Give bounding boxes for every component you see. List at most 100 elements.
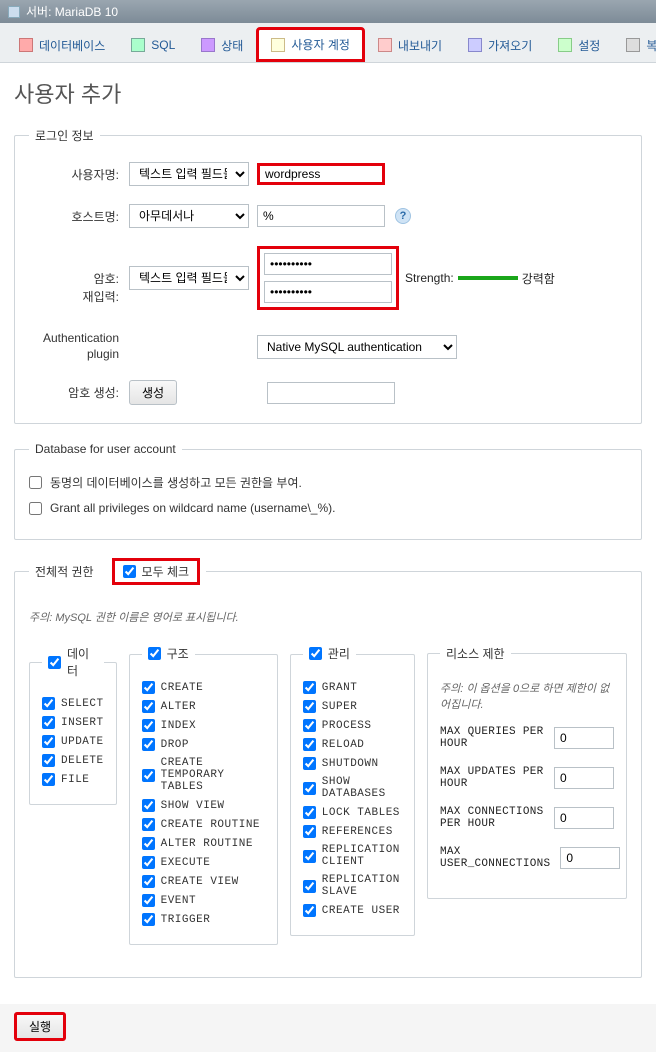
privilege-checkbox[interactable] — [142, 856, 155, 869]
privilege-checkbox[interactable] — [142, 769, 155, 782]
username-type-select[interactable]: 텍스트 입력 필드들 — [129, 162, 249, 186]
create-db-same-name-checkbox[interactable] — [29, 476, 42, 489]
privilege-checkbox[interactable] — [42, 773, 55, 786]
tab-rp[interactable]: 복제 — [613, 27, 656, 62]
generate-password-button[interactable]: 생성 — [129, 380, 177, 405]
privilege-label: REFERENCES — [322, 826, 393, 838]
privilege-checkbox[interactable] — [42, 754, 55, 767]
resource-limits-title: 리소스 제한 — [440, 645, 511, 662]
privilege-item: SHUTDOWN — [303, 757, 402, 770]
host-type-select[interactable]: 아무데서나 — [129, 204, 249, 228]
privilege-checkbox[interactable] — [42, 735, 55, 748]
structure-privileges-group: 구조 CREATEALTERINDEXDROPCREATE TEMPORARY … — [129, 645, 278, 945]
database-for-user-legend: Database for user account — [29, 442, 182, 456]
privilege-label: PROCESS — [322, 720, 372, 732]
tab-st[interactable]: 상태 — [188, 27, 256, 62]
resource-limit-input[interactable] — [554, 807, 614, 829]
privilege-checkbox[interactable] — [303, 806, 316, 819]
resource-limits-note: 주의: 이 옵션을 0으로 하면 제한이 없어집니다. — [440, 680, 614, 712]
password-label: 암호: — [29, 270, 129, 287]
password-input[interactable] — [264, 253, 392, 275]
page-title: 사용자 추가 — [14, 77, 642, 109]
resource-limit-row: MAX QUERIES PER HOUR — [440, 726, 614, 750]
privilege-item: CREATE USER — [303, 904, 402, 917]
privilege-label: SELECT — [61, 698, 104, 710]
tab-im[interactable]: 가져오기 — [455, 27, 545, 62]
privilege-label: EXECUTE — [161, 857, 211, 869]
privilege-item: EXECUTE — [142, 856, 265, 869]
privilege-item: REFERENCES — [303, 825, 402, 838]
privilege-item: INDEX — [142, 719, 265, 732]
privilege-checkbox[interactable] — [142, 681, 155, 694]
tab-ex[interactable]: 내보내기 — [365, 27, 455, 62]
resource-limit-row: MAX UPDATES PER HOUR — [440, 766, 614, 790]
privilege-label: SHUTDOWN — [322, 758, 379, 770]
privilege-checkbox[interactable] — [303, 904, 316, 917]
grant-wildcard-checkbox[interactable] — [29, 502, 42, 515]
privilege-checkbox[interactable] — [142, 799, 155, 812]
tab-us[interactable]: 사용자 계정 — [256, 27, 365, 62]
create-db-same-name-label: 동명의 데이터베이스를 생성하고 모든 권한을 부여. — [50, 474, 302, 491]
admin-privileges-group: 관리 GRANTSUPERPROCESSRELOADSHUTDOWNSHOW D… — [290, 645, 415, 936]
privilege-checkbox[interactable] — [42, 697, 55, 710]
database-for-user-fieldset: Database for user account 동명의 데이터베이스를 생성… — [14, 442, 642, 540]
structure-group-checkbox[interactable] — [148, 647, 161, 660]
resource-limit-input[interactable] — [554, 727, 614, 749]
privilege-label: CREATE ROUTINE — [161, 819, 260, 831]
privilege-checkbox[interactable] — [142, 837, 155, 850]
username-label: 사용자명: — [29, 166, 129, 183]
privilege-checkbox[interactable] — [303, 757, 316, 770]
privilege-label: FILE — [61, 774, 89, 786]
tab-se[interactable]: 설정 — [545, 27, 613, 62]
tab-db[interactable]: 데이터베이스 — [6, 27, 118, 62]
privilege-item: SHOW VIEW — [142, 799, 265, 812]
privilege-checkbox[interactable] — [142, 818, 155, 831]
privilege-item: RELOAD — [303, 738, 402, 751]
privilege-checkbox[interactable] — [303, 850, 316, 863]
privilege-checkbox[interactable] — [303, 782, 316, 795]
admin-group-checkbox[interactable] — [309, 647, 322, 660]
privilege-label: SHOW VIEW — [161, 800, 225, 812]
privilege-checkbox[interactable] — [303, 681, 316, 694]
host-input[interactable] — [257, 205, 385, 227]
resource-limit-row: MAX USER_CONNECTIONS — [440, 846, 614, 870]
password-type-select[interactable]: 텍스트 입력 필드들 — [129, 266, 249, 290]
privilege-label: UPDATE — [61, 736, 104, 748]
privilege-item: CREATE TEMPORARY TABLES — [142, 757, 265, 793]
generated-password-input[interactable] — [267, 382, 395, 404]
privilege-checkbox[interactable] — [303, 880, 316, 893]
privilege-item: LOCK TABLES — [303, 806, 402, 819]
privilege-checkbox[interactable] — [142, 894, 155, 907]
privilege-label: REPLICATION SLAVE — [322, 874, 402, 898]
privilege-label: CREATE — [161, 682, 204, 694]
privilege-checkbox[interactable] — [303, 719, 316, 732]
privilege-checkbox[interactable] — [142, 738, 155, 751]
password-retype-input[interactable] — [264, 281, 392, 303]
auth-plugin-select[interactable]: Native MySQL authentication — [257, 335, 457, 359]
privilege-checkbox[interactable] — [303, 825, 316, 838]
privilege-checkbox[interactable] — [303, 738, 316, 751]
retype-label: 재입력: — [29, 288, 129, 305]
privilege-checkbox[interactable] — [142, 719, 155, 732]
privilege-checkbox[interactable] — [303, 700, 316, 713]
submit-button[interactable]: 실행 — [14, 1012, 66, 1041]
resource-limit-input[interactable] — [560, 847, 620, 869]
data-group-checkbox[interactable] — [48, 656, 61, 669]
privilege-checkbox[interactable] — [142, 700, 155, 713]
privilege-item: DROP — [142, 738, 265, 751]
help-icon[interactable]: ? — [395, 208, 411, 224]
resource-limit-input[interactable] — [554, 767, 614, 789]
privilege-item: UPDATE — [42, 735, 104, 748]
privilege-checkbox[interactable] — [42, 716, 55, 729]
privilege-label: SHOW DATABASES — [322, 776, 402, 800]
sql-icon — [131, 38, 145, 52]
check-all-checkbox[interactable] — [123, 565, 136, 578]
privilege-label: RELOAD — [322, 739, 365, 751]
privilege-checkbox[interactable] — [142, 875, 155, 888]
privilege-checkbox[interactable] — [142, 913, 155, 926]
privilege-item: DELETE — [42, 754, 104, 767]
tab-sql[interactable]: SQL — [118, 27, 188, 62]
privilege-label: DELETE — [61, 755, 104, 767]
tab-label: 사용자 계정 — [291, 36, 350, 53]
username-input[interactable] — [257, 163, 385, 185]
